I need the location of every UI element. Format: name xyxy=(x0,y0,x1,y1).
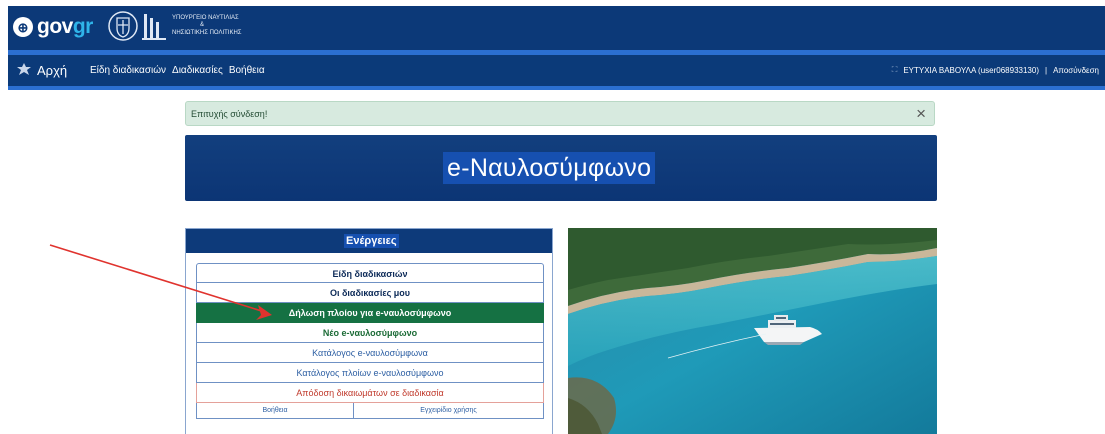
home-emblem-icon xyxy=(17,63,31,75)
ministry-line-3: ΝΗΣΙΩΤΙΚΗΣ ΠΟΛΙΤΙΚΗΣ xyxy=(172,29,242,36)
action-new-charter[interactable]: Νέο e-ναυλοσύμφωνο xyxy=(196,323,544,343)
govgr-logo-text-gov: gov xyxy=(37,15,73,38)
user-area: ⛶ ΕΥΤΥΧΙΑ ΒΑΒΟΥΛΑ (user068933130) | Αποσ… xyxy=(892,65,1099,75)
ministry-line-1: ΥΠΟΥΡΓΕΙΟ ΝΑΥΤΙΛΙΑΣ xyxy=(172,14,239,21)
success-alert: Επιτυχής σύνδεση! × xyxy=(185,101,935,126)
help-link[interactable]: Βοήθεια xyxy=(197,403,354,418)
page-title-banner: e-Ναυλοσύμφωνο xyxy=(185,135,937,201)
govgr-logo-text-gr: gr xyxy=(72,15,94,38)
action-vessel-list[interactable]: Κατάλογος πλοίων e-ναυλοσύμφωνο xyxy=(196,363,544,383)
coat-of-arms-icon xyxy=(108,11,138,41)
nav-links: Είδη διαδικασιών Διαδικασίες Βοήθεια xyxy=(90,65,265,76)
top-header-bar: ⊕ govgr ΥΠΟΥΡΓΕΙΟ ΝΑΥΤΙΛΙΑΣ & ΝΗΣΙΩΤΙΚΗΣ… xyxy=(8,6,1105,50)
action-charter-list[interactable]: Κατάλογος e-ναυλοσύμφωνα xyxy=(196,343,544,363)
main-navbar: Αρχή Είδη διαδικασιών Διαδικασίες Βοήθει… xyxy=(8,55,1105,86)
actions-list: Είδη διαδικασιών Οι διαδικασίες μου Δήλω… xyxy=(196,263,544,419)
nav-link-procedures[interactable]: Διαδικασίες xyxy=(172,65,223,76)
actions-panel-header: Ενέργειες xyxy=(186,229,552,253)
user-manual-link[interactable]: Εγχειρίδιο χρήσης xyxy=(354,403,543,418)
user-name: ΕΥΤΥΧΙΑ ΒΑΒΟΥΛΑ (user068933130) xyxy=(903,65,1039,75)
actions-footer-row: Βοήθεια Εγχειρίδιο χρήσης xyxy=(196,403,544,419)
close-icon[interactable]: × xyxy=(916,104,926,124)
ministry-building-icon xyxy=(142,14,166,40)
nav-home-label: Αρχή xyxy=(37,62,68,78)
alert-message: Επιτυχής σύνδεση! xyxy=(191,109,268,119)
nav-separator xyxy=(8,86,1105,90)
action-declare-vessel[interactable]: Δήλωση πλοίου για e-ναυλοσύμφωνο xyxy=(196,303,544,323)
govgr-emblem-icon: ⊕ xyxy=(13,17,33,37)
expand-icon[interactable]: ⛶ xyxy=(892,65,898,75)
action-my-procedures[interactable]: Οι διαδικασίες μου xyxy=(196,283,544,303)
govgr-logo[interactable]: ⊕ govgr xyxy=(13,15,93,39)
actions-panel: Ενέργειες Είδη διαδικασιών Οι διαδικασίε… xyxy=(185,228,553,434)
page-title: e-Ναυλοσύμφωνο xyxy=(443,152,656,184)
action-procedure-types[interactable]: Είδη διαδικασιών xyxy=(196,263,544,283)
actions-panel-title: Ενέργειες xyxy=(344,234,399,248)
action-assign-rights[interactable]: Απόδοση δικαιωμάτων σε διαδικασία xyxy=(196,383,544,403)
ministry-logo: ΥΠΟΥΡΓΕΙΟ ΝΑΥΤΙΛΙΑΣ & ΝΗΣΙΩΤΙΚΗΣ ΠΟΛΙΤΙΚ… xyxy=(108,10,282,42)
ministry-line-2: & xyxy=(200,22,205,29)
nav-link-help[interactable]: Βοήθεια xyxy=(229,65,265,76)
nav-link-procedure-types[interactable]: Είδη διαδικασιών xyxy=(90,65,166,76)
logout-link[interactable]: Αποσύνδεση xyxy=(1053,66,1099,75)
yacht-image xyxy=(568,228,937,434)
user-separator: | xyxy=(1045,65,1048,75)
nav-home-link[interactable]: Αρχή xyxy=(16,62,67,78)
yacht-photo xyxy=(568,228,937,434)
